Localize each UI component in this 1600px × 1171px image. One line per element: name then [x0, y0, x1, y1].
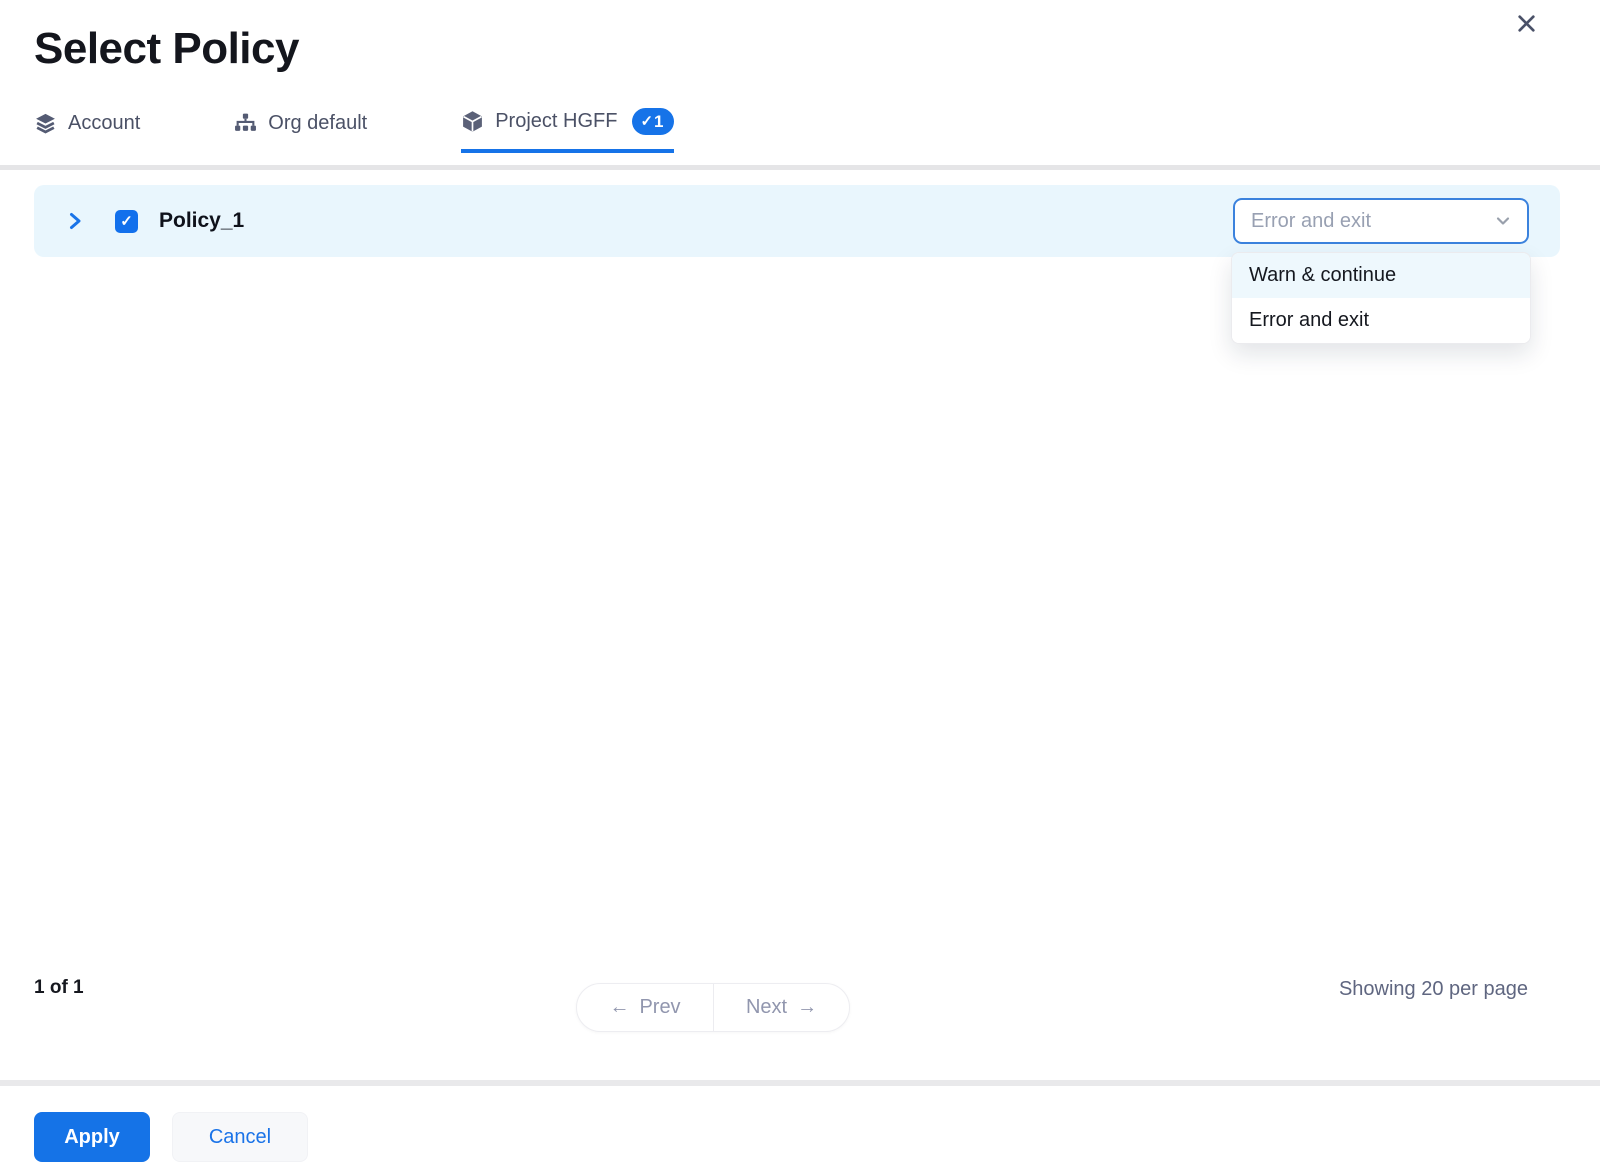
footer-divider: [0, 1080, 1600, 1086]
policy-action-select-value: Error and exit: [1251, 210, 1371, 233]
tab-account-label: Account: [68, 112, 140, 135]
selected-count-badge: ✓ 1: [632, 108, 673, 135]
tab-bar: Account Org default Project HGFF ✓ 1: [34, 108, 768, 153]
policy-row: ✓ Policy_1 Error and exit: [34, 185, 1560, 257]
page-title: Select Policy: [34, 24, 299, 74]
tab-org-default-label: Org default: [268, 112, 367, 135]
tab-org-default[interactable]: Org default: [234, 112, 367, 153]
next-label: Next: [746, 996, 787, 1019]
close-icon: [1515, 12, 1538, 35]
pager: ← Prev Next →: [576, 983, 850, 1032]
next-button[interactable]: Next →: [713, 984, 849, 1031]
org-chart-icon: [234, 112, 257, 135]
prev-button[interactable]: ← Prev: [577, 984, 713, 1031]
arrow-left-icon: ←: [609, 996, 629, 1019]
per-page-status: Showing 20 per page: [1339, 978, 1528, 1001]
check-icon: ✓: [120, 214, 133, 229]
prev-label: Prev: [639, 996, 680, 1019]
policy-action-dropdown-menu: Warn & continue Error and exit: [1231, 252, 1531, 344]
arrow-right-icon: →: [797, 996, 817, 1019]
policy-checkbox[interactable]: ✓: [115, 210, 138, 233]
close-button[interactable]: [1512, 9, 1540, 37]
page-status: 1 of 1: [34, 977, 84, 999]
expand-chevron-icon[interactable]: [64, 210, 86, 232]
option-warn-and-continue[interactable]: Warn & continue: [1232, 253, 1530, 298]
cube-icon: [461, 110, 484, 133]
apply-button[interactable]: Apply: [34, 1112, 150, 1162]
tab-account[interactable]: Account: [34, 112, 140, 153]
option-error-and-exit[interactable]: Error and exit: [1232, 298, 1530, 343]
policy-name: Policy_1: [159, 209, 244, 233]
check-icon: ✓: [640, 114, 653, 129]
tabs-divider: [0, 165, 1600, 170]
policy-action-select[interactable]: Error and exit: [1233, 198, 1529, 244]
cancel-button[interactable]: Cancel: [172, 1112, 308, 1162]
tab-project-hgff-label: Project HGFF: [495, 110, 617, 133]
tab-project-hgff[interactable]: Project HGFF ✓ 1: [461, 108, 673, 153]
chevron-down-icon: [1493, 211, 1513, 231]
selected-count: 1: [654, 113, 663, 130]
layers-icon: [34, 112, 57, 135]
